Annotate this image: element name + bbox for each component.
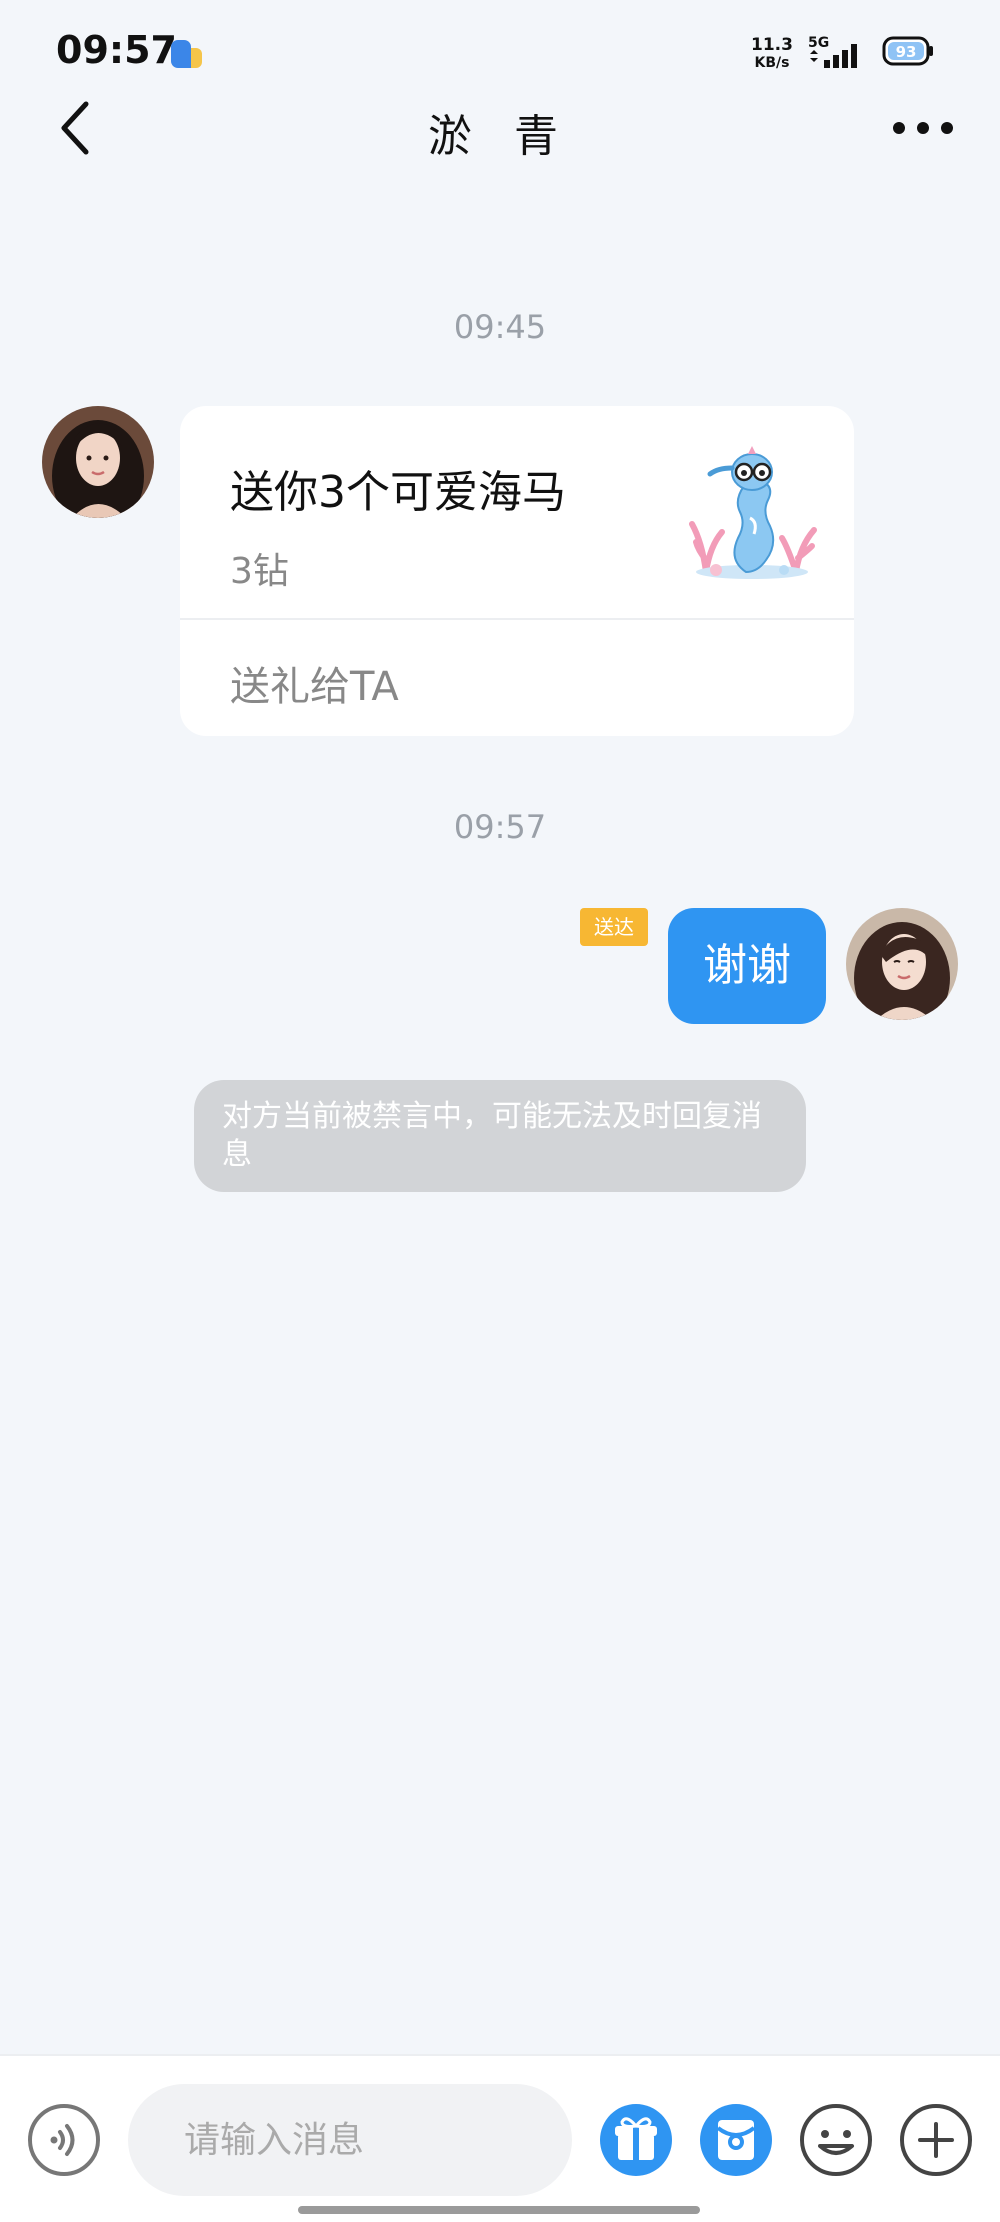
gift-card-divider	[180, 618, 854, 620]
network-speed-value: 11.3	[751, 35, 793, 55]
message-input[interactable]	[128, 2084, 572, 2196]
delivered-badge: 送达	[580, 908, 648, 946]
gift-title: 送你3个可爱海马	[230, 467, 566, 518]
message-timestamp: 09:57	[453, 808, 547, 846]
contact-avatar[interactable]	[42, 406, 154, 518]
muted-notice: 对方当前被禁言中，可能无法及时回复消息	[194, 1080, 806, 1192]
my-avatar[interactable]	[846, 908, 958, 1020]
gift-card[interactable]: 送你3个可爱海马 3钻 送礼给TA	[180, 406, 854, 736]
signal-icon: 5G	[808, 35, 857, 68]
page-title: 淤 青	[428, 111, 572, 162]
add-icon[interactable]	[898, 2102, 974, 2178]
network-speed-unit: KB/s	[754, 55, 790, 71]
gift-price: 3钻	[230, 551, 289, 592]
more-options-icon[interactable]	[890, 110, 956, 146]
chat-screen: 09:57 11.3 KB/s 5G 93 淤 青 09:45 送你3个可爱海马…	[0, 0, 1000, 2222]
red-packet-icon[interactable]	[698, 2102, 774, 2178]
home-indicator[interactable]	[298, 2206, 700, 2214]
back-icon[interactable]	[56, 98, 96, 158]
battery-icon: 93	[882, 36, 933, 66]
seahorse-gift-icon	[689, 446, 817, 579]
send-gift-link[interactable]: 送礼给TA	[230, 654, 399, 712]
my-message-bubble[interactable]: 谢谢	[668, 908, 826, 1024]
battery-level: 93	[896, 43, 917, 61]
voice-icon[interactable]	[26, 2102, 102, 2178]
app-notification-icon	[171, 40, 202, 68]
network-speed: 11.3 KB/s	[748, 36, 796, 72]
network-type-label: 5G	[808, 35, 829, 51]
emoji-icon[interactable]	[798, 2102, 874, 2178]
message-timestamp: 09:45	[453, 308, 547, 346]
gift-icon[interactable]	[598, 2102, 674, 2178]
status-time: 09:57	[56, 28, 177, 72]
input-bar	[0, 2054, 1000, 2222]
